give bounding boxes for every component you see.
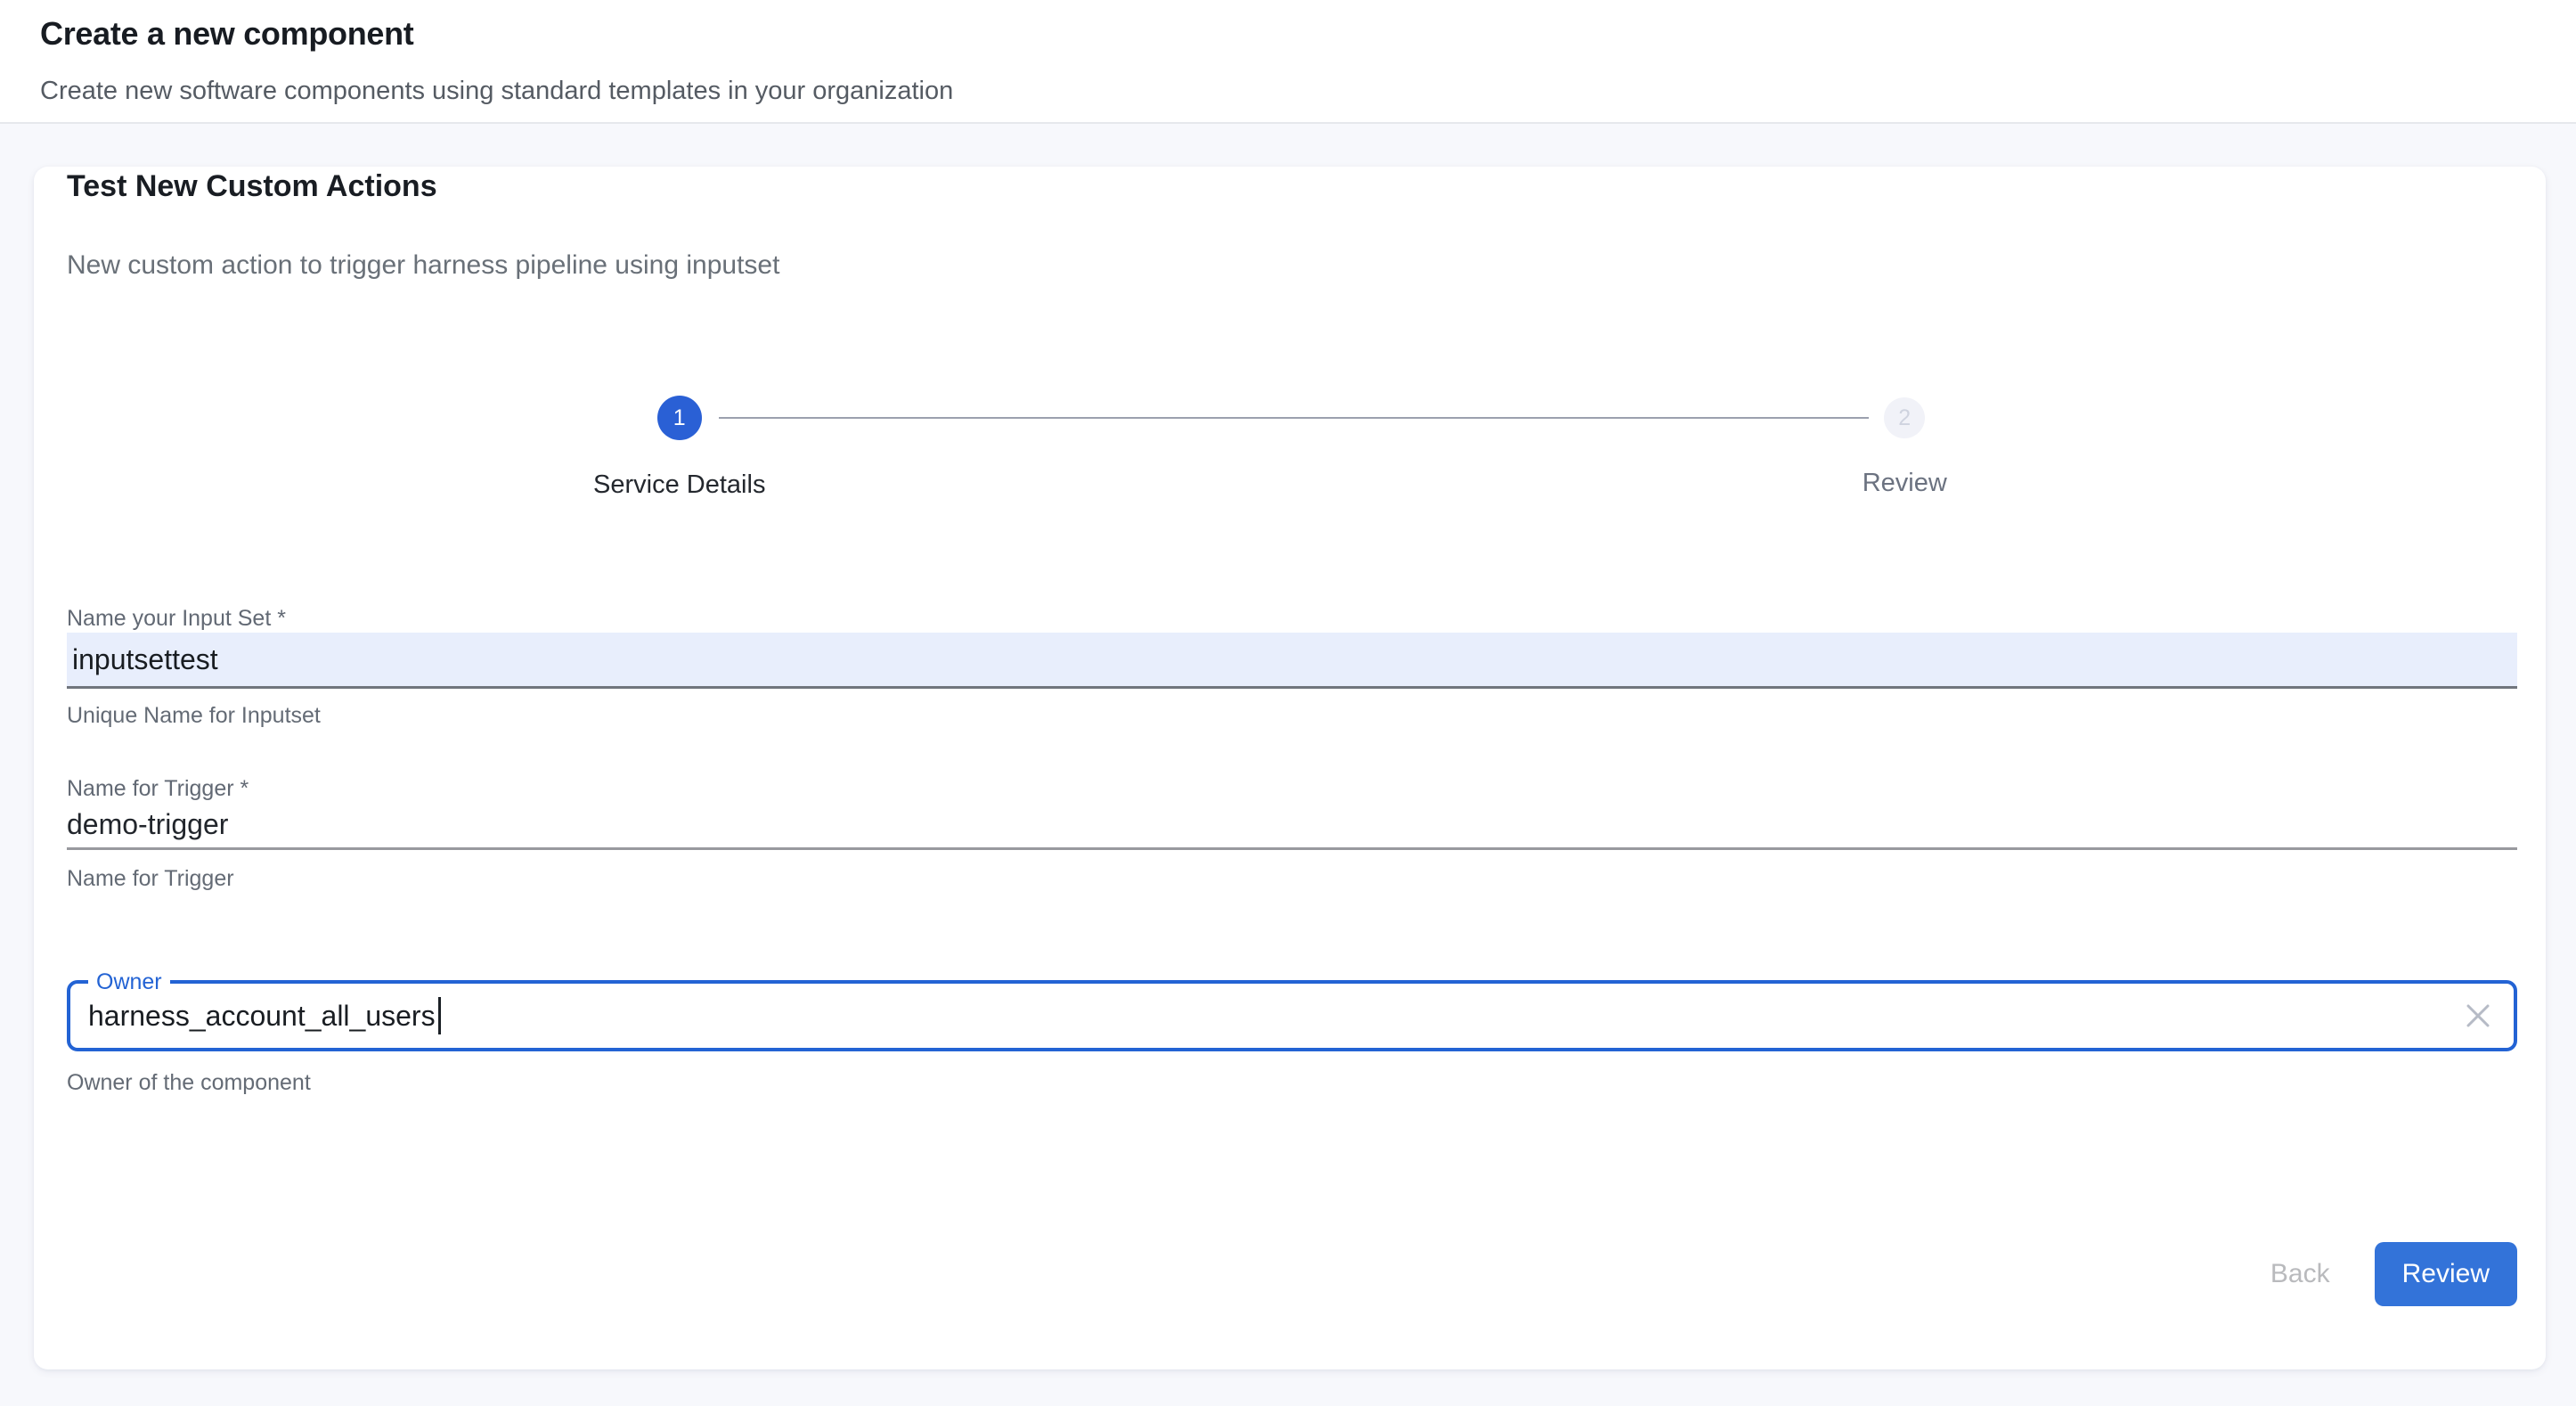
clear-owner-button[interactable] [2462,1000,2494,1032]
step-1-label: Service Details [593,469,765,501]
inputset-name-label: Name your Input Set * [67,605,2517,632]
step-2-icon: 2 [1884,397,1925,438]
owner-label: Owner [88,969,170,995]
owner-field-group: Owner harness_account_all_users Owner of… [67,980,2517,1096]
wizard-card: Test New Custom Actions New custom actio… [34,167,2546,1369]
inputset-name-field-group: Name your Input Set * Unique Name for In… [67,605,2517,729]
trigger-name-label: Name for Trigger * [67,775,2517,802]
owner-helper: Owner of the component [67,1069,2517,1096]
page-subtitle: Create new software components using sta… [40,75,2576,107]
owner-value: harness_account_all_users [88,1000,436,1033]
step-2-label: Review [1863,467,1947,499]
step-review: 2 Review [1292,396,2518,501]
content-area: Test New Custom Actions New custom actio… [0,167,2576,1369]
review-button[interactable]: Review [2375,1242,2517,1306]
step-service-details: 1 Service Details [67,396,1292,501]
back-button[interactable]: Back [2247,1242,2353,1306]
trigger-name-field-group: Name for Trigger * Name for Trigger [67,775,2517,892]
step-1-number: 1 [673,405,686,431]
text-caret [438,997,441,1034]
wizard-form: Name your Input Set * Unique Name for In… [67,605,2517,1096]
step-2-number: 2 [1898,405,1911,431]
stepper-connector [719,417,1870,419]
page-title: Create a new component [40,0,2576,53]
stepper: 1 Service Details 2 Review [67,396,2517,501]
trigger-name-input-box [67,802,2517,850]
page-header: Create a new component Create new softwa… [0,0,2576,124]
wizard-title: Test New Custom Actions [67,167,2517,206]
wizard-subtitle: New custom action to trigger harness pip… [67,249,2517,282]
inputset-name-input[interactable] [72,643,2512,676]
wizard-actions: Back Review [67,1242,2517,1306]
inputset-name-helper: Unique Name for Inputset [67,702,2517,729]
trigger-name-input[interactable] [67,808,2517,841]
trigger-name-helper: Name for Trigger [67,865,2517,892]
owner-input-box[interactable]: Owner harness_account_all_users [67,980,2517,1051]
clear-x-icon [2465,1002,2491,1029]
step-1-icon: 1 [657,396,702,440]
inputset-name-input-box [67,633,2517,689]
